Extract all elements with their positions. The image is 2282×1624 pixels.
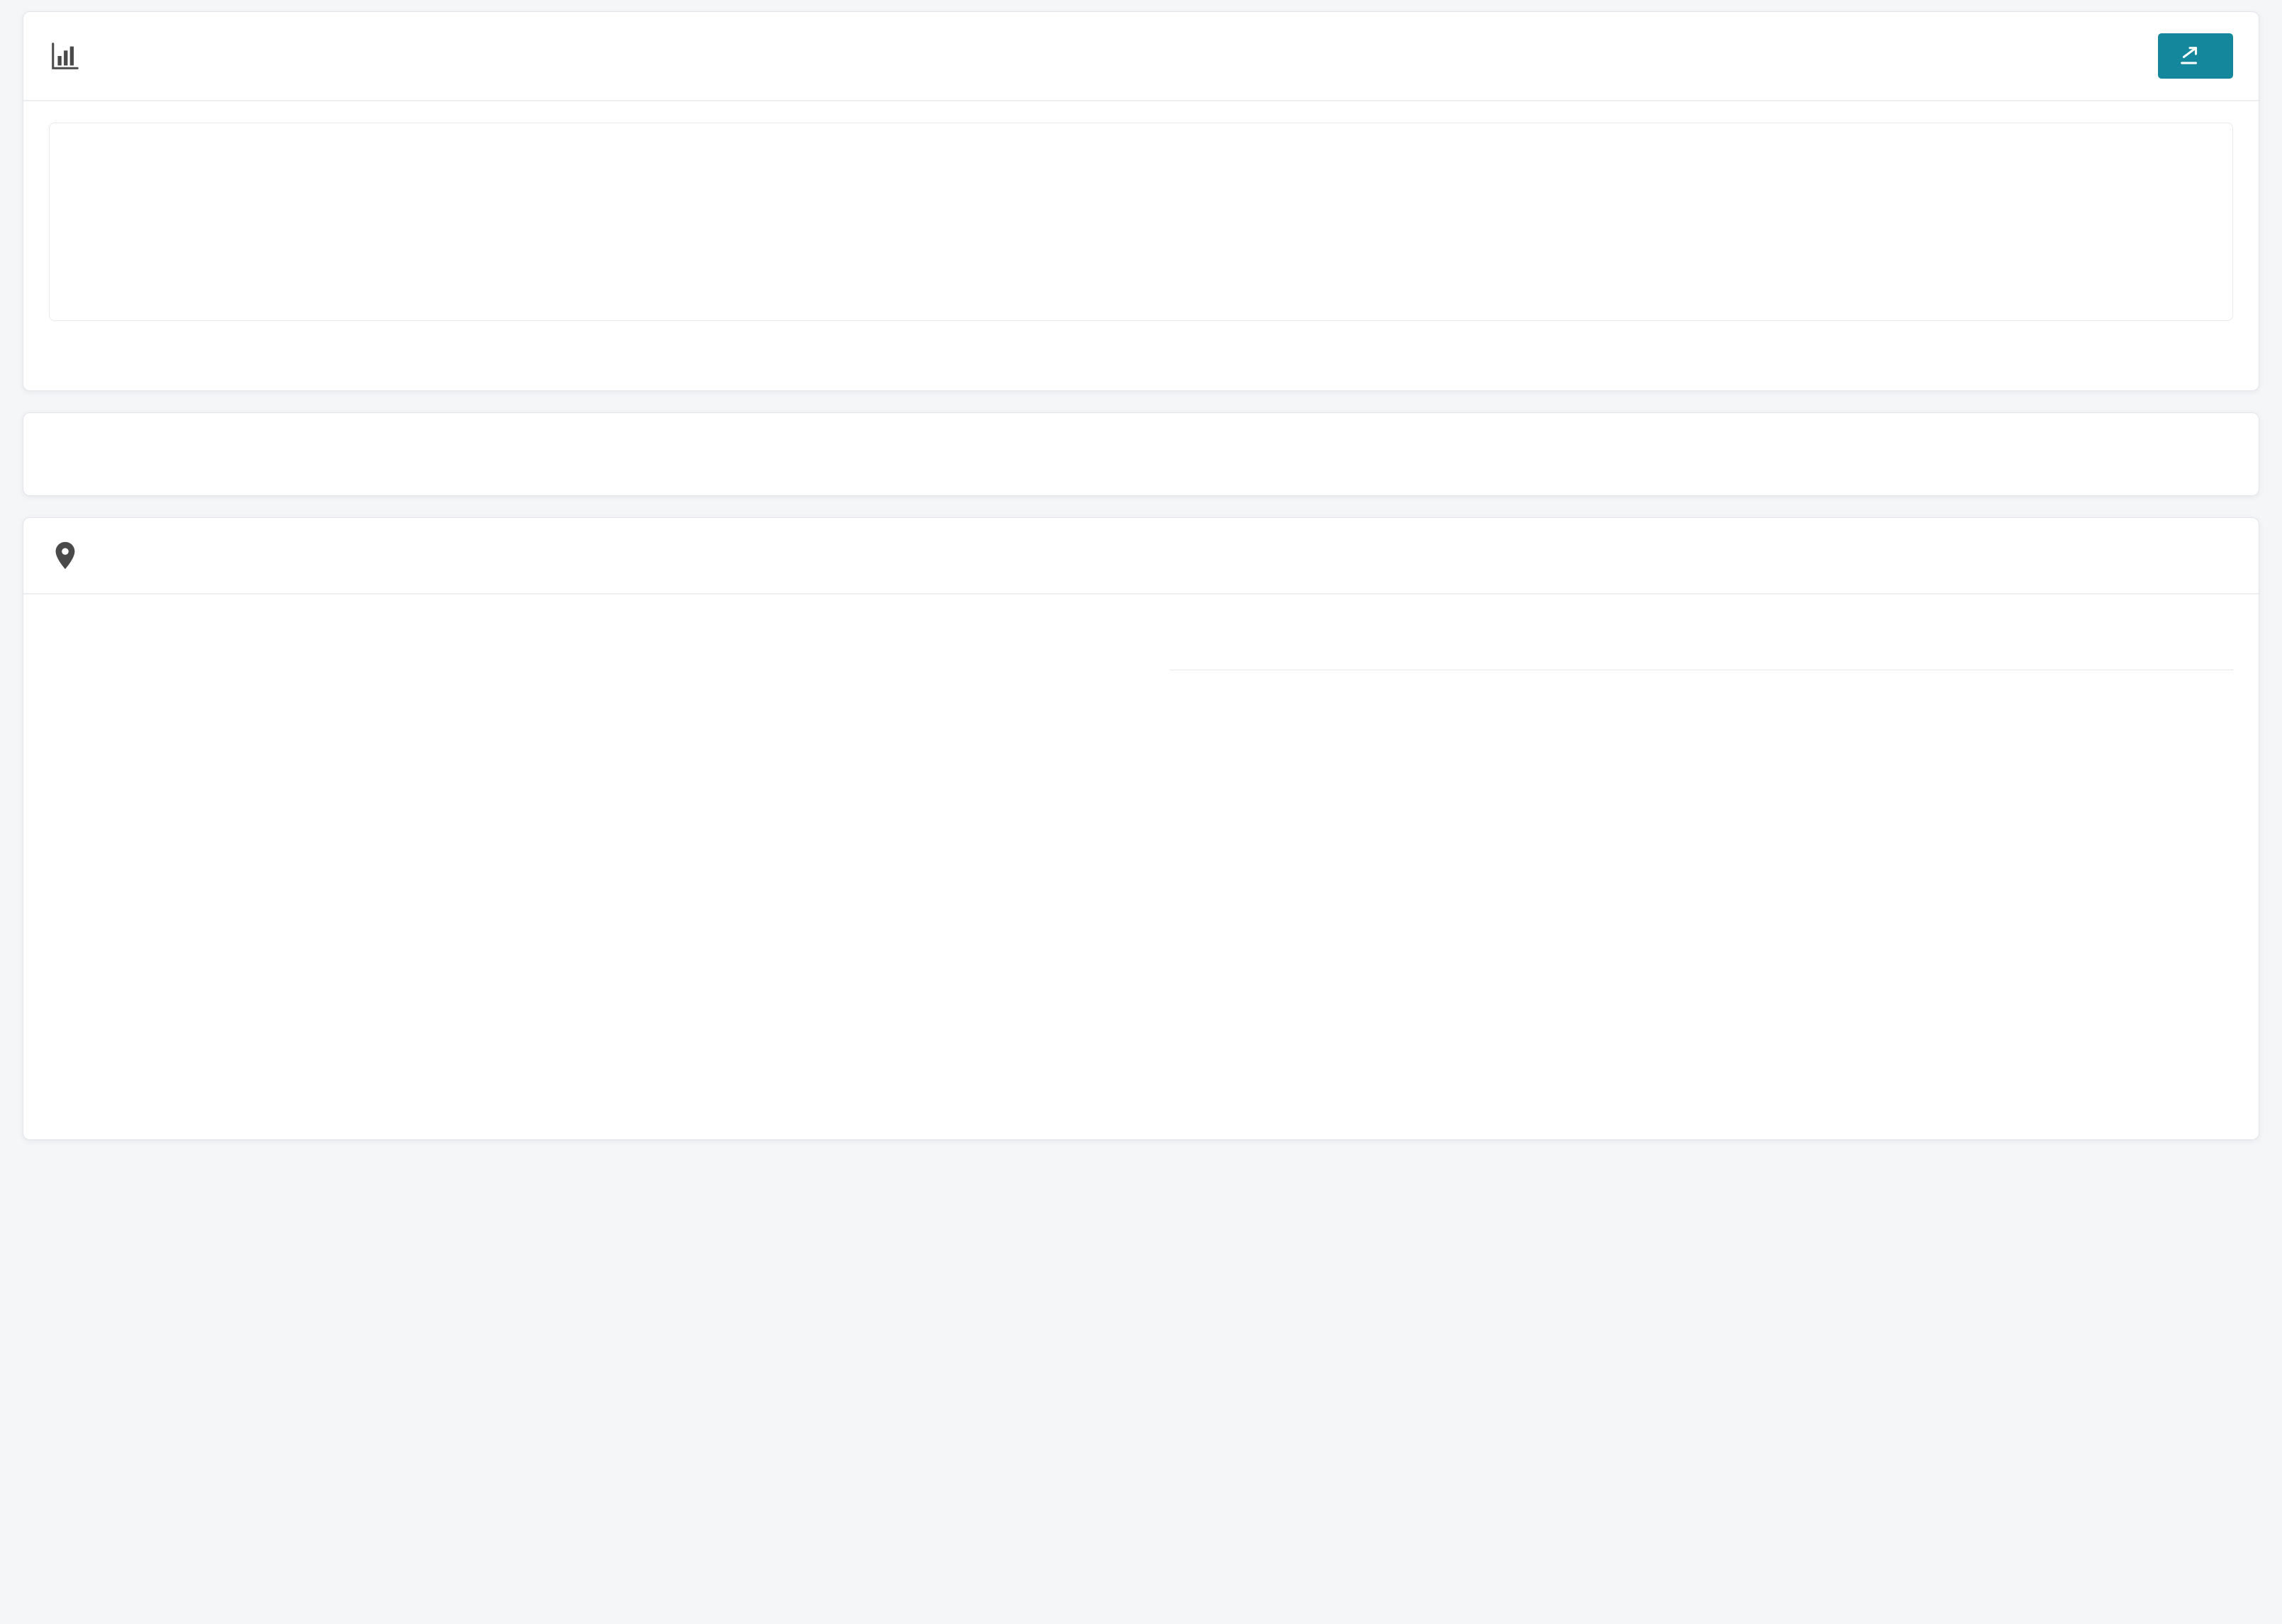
geo-pie-chart <box>49 594 658 1059</box>
geo-table-header <box>1170 619 2233 670</box>
tracking-stats-body <box>23 101 2259 390</box>
map-pin-icon <box>49 539 82 572</box>
geo-opens-card <box>23 517 2259 1140</box>
geo-content <box>23 594 2259 1059</box>
tracking-stats-header <box>23 12 2259 101</box>
export-icon <box>2178 44 2202 68</box>
tracking-stats-card <box>23 11 2259 391</box>
bottom-fade <box>24 1088 2258 1139</box>
page <box>0 0 2282 1140</box>
geo-opens-header <box>23 518 2259 594</box>
geo-legend <box>658 621 1154 1059</box>
export-basic-stats-button[interactable] <box>2158 33 2233 79</box>
geo-table <box>1170 619 2233 1059</box>
rates-card <box>23 412 2259 496</box>
summary-row <box>49 123 2233 321</box>
rates-body <box>23 413 2259 495</box>
bar-chart-icon <box>49 40 82 72</box>
